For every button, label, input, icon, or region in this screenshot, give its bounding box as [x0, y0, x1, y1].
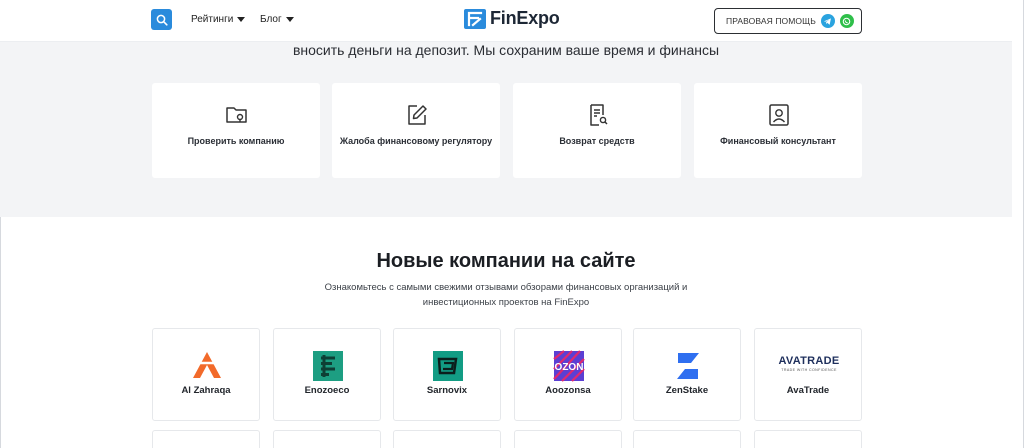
company-card-aoozonsa[interactable]: OZON Aoozonsa — [514, 328, 622, 421]
avatrade-logo-tagline: TRADE WITH CONFIDENCE — [781, 368, 837, 372]
company-name: AvaTrade — [786, 385, 830, 396]
company-name: ZenStake — [665, 385, 709, 396]
service-regulator-complaint[interactable]: Жалоба финансовому регулятору — [332, 83, 500, 178]
service-label: Финансовый консультант — [720, 136, 836, 146]
company-name: Enozoeco — [304, 385, 350, 396]
chevron-down-icon — [285, 17, 294, 22]
search-button[interactable] — [151, 9, 172, 30]
whatsapp-icon[interactable] — [839, 14, 854, 28]
company-card[interactable] — [633, 430, 741, 448]
zenstake-logo — [677, 353, 699, 379]
logo-text: FinExpo — [490, 8, 560, 28]
service-refund[interactable]: Возврат средств — [513, 83, 681, 178]
document-search-icon — [590, 104, 608, 126]
company-card[interactable] — [514, 430, 622, 448]
nav-blog-label: Блог — [260, 14, 282, 25]
avatrade-logo: AVATRADE TRADE WITH CONFIDENCE — [778, 355, 839, 372]
ozon-logo-text: OZON — [555, 362, 584, 373]
nav-ratings-label: Рейтинги — [191, 14, 234, 25]
site-header: Рейтинги Блог FinExpo ПРАВОВАЯ ПОМОЩЬ — [0, 0, 1012, 42]
search-icon — [156, 14, 168, 26]
hero-section: вносить деньги на депозит. Мы сохраним в… — [0, 42, 1012, 217]
company-card[interactable] — [152, 430, 260, 448]
al-zahraqa-logo — [193, 352, 221, 378]
company-card[interactable] — [393, 430, 501, 448]
company-card-sarnovix[interactable]: Sarnovix — [393, 328, 501, 421]
company-name: Aoozonsa — [545, 385, 591, 396]
legal-help-button[interactable]: ПРАВОВАЯ ПОМОЩЬ — [714, 8, 862, 34]
folder-check-icon — [226, 107, 247, 123]
avatrade-logo-text: AVATRADE — [778, 355, 839, 367]
page-scrollbar[interactable] — [1013, 0, 1023, 448]
edit-icon — [408, 105, 427, 125]
company-card-zenstake[interactable]: ZenStake — [633, 328, 741, 421]
service-label: Жалоба финансовому регулятору — [339, 136, 493, 146]
chevron-down-icon — [237, 17, 246, 22]
hero-text: вносить деньги на депозит. Мы сохраним в… — [292, 42, 720, 58]
company-card-al-zahraqa[interactable]: Al Zahraqa — [152, 328, 260, 421]
sarnovix-logo — [433, 351, 463, 381]
nav-ratings[interactable]: Рейтинги — [191, 14, 246, 25]
company-name: Al Zahraqa — [181, 385, 231, 396]
company-card-enozoeco[interactable]: Enozoeco — [273, 328, 381, 421]
service-label: Проверить компанию — [187, 136, 285, 146]
legal-help-label: ПРАВОВАЯ ПОМОЩЬ — [726, 16, 816, 26]
nav-blog[interactable]: Блог — [260, 14, 294, 25]
finexpo-logo[interactable]: FinExpo — [464, 8, 560, 29]
service-label: Возврат средств — [559, 136, 635, 146]
company-card[interactable] — [273, 430, 381, 448]
enozoeco-logo — [313, 351, 343, 381]
section-title: Новые компании на сайте — [376, 250, 636, 272]
scrollbar-thumb[interactable] — [1015, 30, 1021, 390]
service-check-company[interactable]: Проверить компанию — [152, 83, 320, 178]
aoozonsa-logo: OZON — [553, 350, 585, 382]
user-card-icon — [769, 104, 789, 126]
finexpo-logo-icon — [464, 8, 486, 29]
service-financial-consultant[interactable]: Финансовый консультант — [694, 83, 862, 178]
company-card-avatrade[interactable]: AVATRADE TRADE WITH CONFIDENCE AvaTrade — [754, 328, 862, 421]
company-name: Sarnovix — [426, 385, 468, 396]
company-card[interactable] — [754, 430, 862, 448]
section-subtitle: Ознакомьтесь с самыми свежими отзывами о… — [324, 282, 688, 308]
telegram-icon[interactable] — [820, 14, 835, 28]
